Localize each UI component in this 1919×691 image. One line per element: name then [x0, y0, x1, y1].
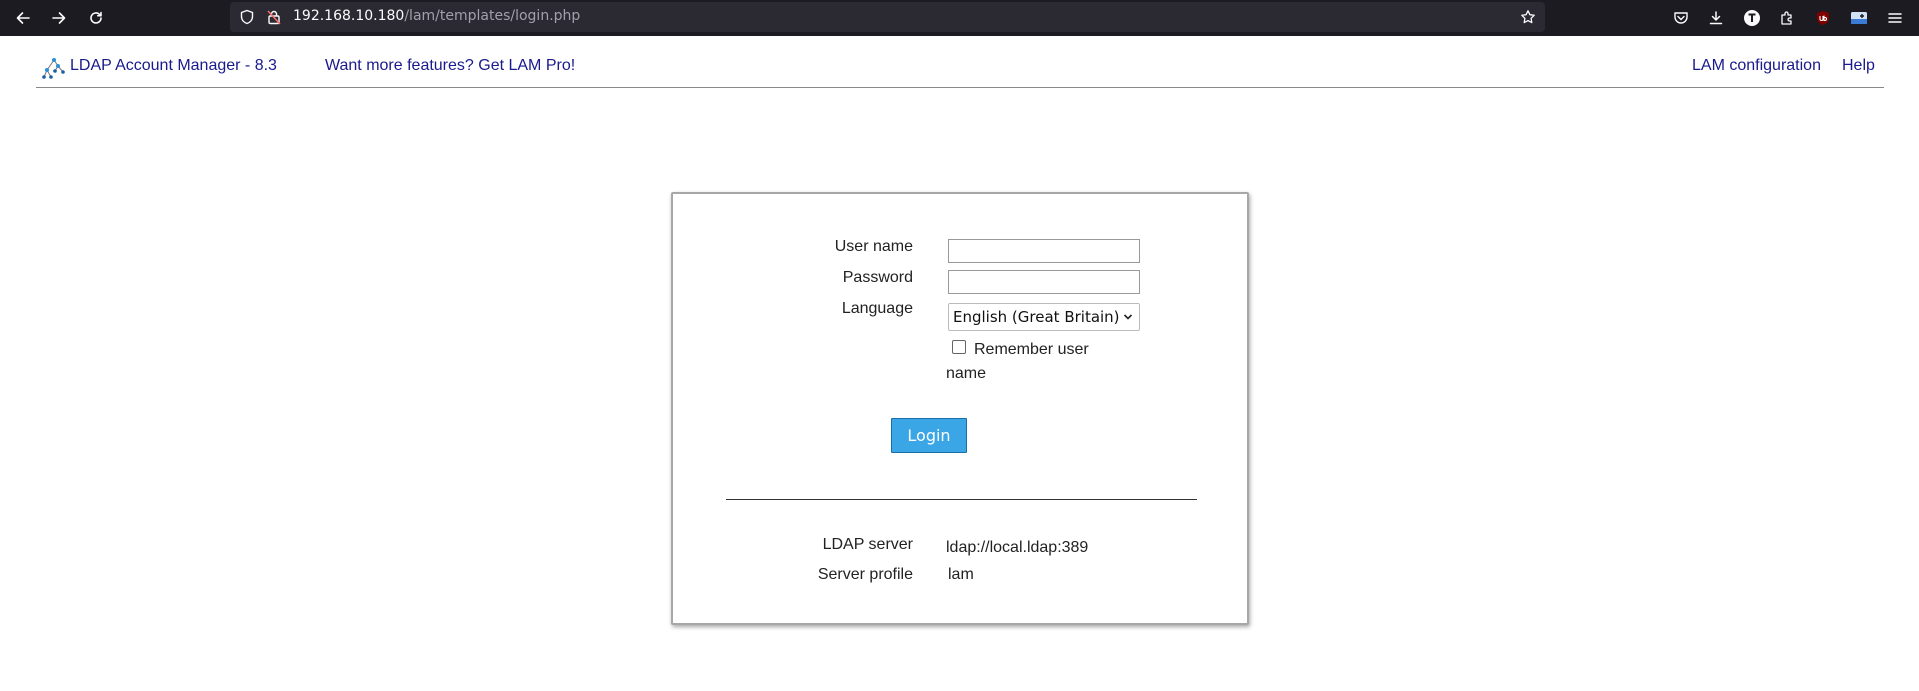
- language-selected-value: English (Great Britain): [953, 308, 1120, 326]
- login-panel: User name Password Language English (Gre…: [671, 192, 1249, 625]
- ublock-button[interactable]: [1812, 7, 1834, 29]
- username-input[interactable]: [948, 239, 1140, 263]
- app-title-link[interactable]: LDAP Account Manager - 8.3: [70, 57, 277, 75]
- extension-button[interactable]: [1848, 7, 1870, 29]
- hamburger-icon: [1888, 13, 1902, 23]
- username-label: User name: [834, 238, 913, 255]
- pocket-button[interactable]: [1670, 7, 1692, 29]
- bookmark-star-icon[interactable]: [1520, 9, 1536, 25]
- browser-toolbar: 192.168.10.180/lam/templates/login.php: [0, 0, 1919, 36]
- url-path: /lam/templates/login.php: [404, 8, 581, 24]
- server-profile-value: lam: [948, 566, 974, 583]
- remember-username-label[interactable]: Remember user name: [946, 338, 1106, 386]
- divider: [726, 499, 1197, 500]
- pocket-icon: [1674, 12, 1688, 24]
- lam-configuration-link[interactable]: LAM configuration: [1692, 57, 1821, 75]
- language-label: Language: [841, 300, 913, 317]
- download-icon: [1709, 11, 1723, 25]
- profile-button[interactable]: [1741, 7, 1763, 29]
- puzzle-icon: [1781, 11, 1792, 25]
- arrow-right-icon: [52, 12, 66, 24]
- login-button[interactable]: Login: [891, 418, 967, 453]
- reload-icon: [90, 11, 102, 24]
- page-header: LDAP Account Manager - 8.3 Want more fea…: [36, 36, 1884, 88]
- lam-pro-link[interactable]: Want more features? Get LAM Pro!: [325, 57, 575, 75]
- url-host: 192.168.10.180: [293, 8, 405, 24]
- password-input[interactable]: [948, 270, 1140, 294]
- help-link[interactable]: Help: [1842, 57, 1875, 75]
- shield-icon[interactable]: [239, 9, 255, 25]
- ldap-server-label: LDAP server: [822, 536, 913, 553]
- forward-button[interactable]: [48, 7, 70, 29]
- address-bar[interactable]: 192.168.10.180/lam/templates/login.php: [230, 2, 1545, 32]
- arrow-left-icon: [16, 12, 30, 24]
- avatar-icon: [1744, 10, 1760, 26]
- language-select[interactable]: English (Great Britain): [948, 303, 1140, 331]
- downloads-button[interactable]: [1705, 7, 1727, 29]
- extensions-button[interactable]: [1776, 7, 1798, 29]
- chevron-down-icon: [1123, 314, 1133, 320]
- lam-logo-icon: [42, 58, 65, 79]
- ldap-server-value: ldap://local.ldap:389: [946, 539, 1089, 556]
- url-text[interactable]: 192.168.10.180/lam/templates/login.php: [293, 8, 580, 24]
- back-button[interactable]: [12, 7, 34, 29]
- ublock-shield-icon: [1817, 11, 1829, 25]
- server-profile-label: Server profile: [817, 566, 913, 583]
- menu-button[interactable]: [1884, 7, 1906, 29]
- reload-button[interactable]: [85, 7, 107, 29]
- insecure-lock-icon[interactable]: [266, 9, 282, 25]
- extension-icon: [1851, 12, 1867, 24]
- password-label: Password: [842, 269, 913, 286]
